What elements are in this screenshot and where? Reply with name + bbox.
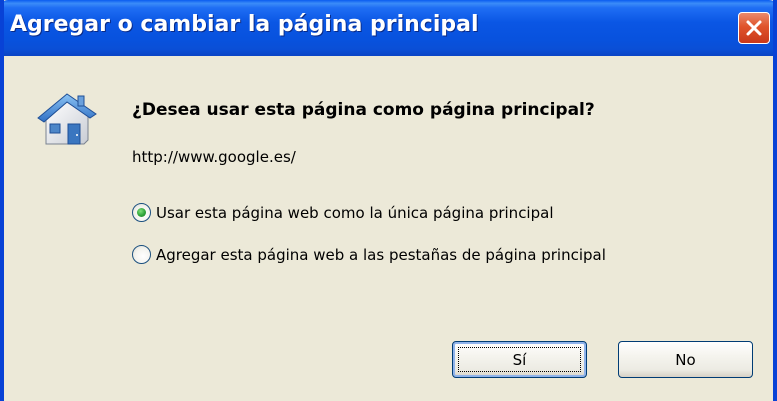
option-add-tabs[interactable]: Agregar esta página web a las pestañas d… bbox=[132, 245, 606, 264]
url-text: http://www.google.es/ bbox=[132, 148, 296, 166]
question-text: ¿Desea usar esta página como página prin… bbox=[132, 100, 595, 120]
focus-rectangle bbox=[458, 347, 581, 372]
option-only-homepage[interactable]: Usar esta página web como la única págin… bbox=[132, 203, 554, 222]
dialog-window: Agregar o cambiar la página principal ¿D… bbox=[0, 0, 777, 401]
option-label: Agregar esta página web a las pestañas d… bbox=[156, 245, 606, 264]
close-button[interactable] bbox=[738, 12, 770, 44]
title-bar[interactable]: Agregar o cambiar la página principal bbox=[4, 0, 773, 56]
no-button[interactable]: No bbox=[618, 341, 753, 378]
house-icon bbox=[37, 93, 97, 145]
radio-button[interactable] bbox=[132, 245, 151, 264]
radio-button-checked[interactable] bbox=[132, 203, 151, 222]
no-button-label: No bbox=[675, 350, 696, 369]
window-title: Agregar o cambiar la página principal bbox=[10, 12, 479, 37]
close-icon bbox=[746, 20, 762, 36]
yes-button[interactable]: Sí bbox=[452, 341, 587, 378]
option-label: Usar esta página web como la única págin… bbox=[156, 203, 554, 222]
